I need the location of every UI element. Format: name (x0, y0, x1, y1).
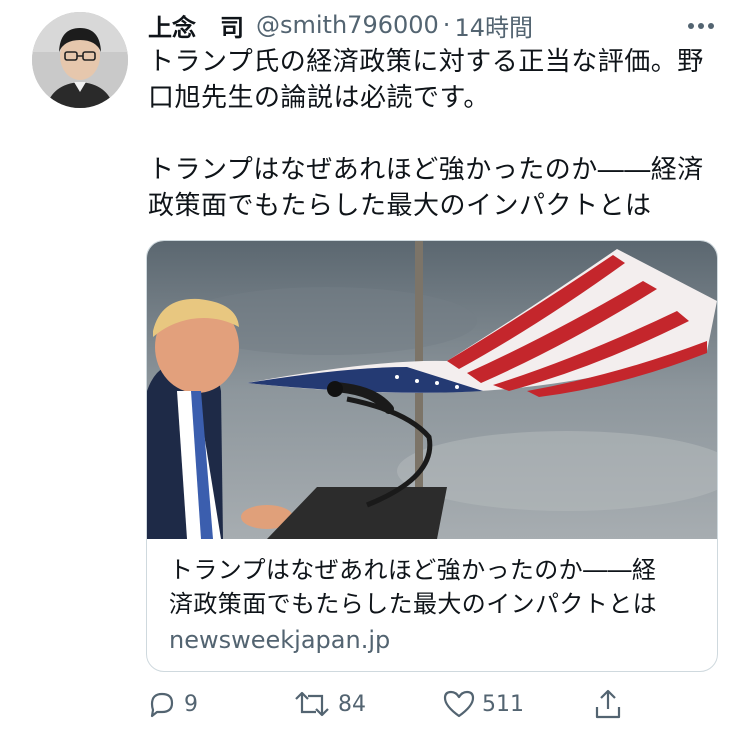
like-count: 511 (482, 691, 524, 717)
separator-dot: · (442, 11, 451, 39)
card-body: トランプはなぜあれほど強かったのか――経 済政策面でもたらした最大のインパクトと… (169, 553, 701, 657)
like-button[interactable]: 511 (442, 686, 524, 722)
retweet-button[interactable]: 84 (292, 686, 366, 722)
timestamp[interactable]: 14時間 (454, 8, 533, 43)
reply-bubble-icon (150, 692, 174, 718)
display-name[interactable]: 上念 司 (148, 8, 244, 43)
tweet[interactable]: 上念 司 @smith796000 · 14時間 トランプ氏の経済政策に対する正… (0, 0, 750, 733)
more-dots-icon[interactable] (686, 14, 716, 38)
retweet-icon (295, 691, 329, 717)
card-title[interactable]: トランプはなぜあれほど強かったのか――経 済政策面でもたらした最大のインパクトと… (169, 553, 701, 621)
tweet-text: トランプ氏の経済政策に対する正当な評価。野 口旭先生の論説は必読です。 トランプ… (148, 44, 720, 224)
card-image[interactable] (147, 241, 717, 539)
tweet-header: 上念 司 @smith796000 · 14時間 (148, 8, 533, 42)
user-handle[interactable]: @smith796000 (256, 11, 439, 39)
card-domain: newsweekjapan.jp (169, 626, 391, 654)
tweet-text-paragraph-2: トランプはなぜあれほど強かったのか――経済 政策面でもたらした最大のインパクトと… (148, 155, 704, 221)
share-button[interactable] (592, 686, 630, 722)
heart-icon (443, 690, 475, 718)
reply-button[interactable]: 9 (146, 686, 198, 722)
avatar[interactable] (32, 12, 128, 108)
link-card[interactable]: トランプはなぜあれほど強かったのか――経 済政策面でもたらした最大のインパクトと… (146, 240, 718, 672)
retweet-count: 84 (338, 691, 366, 717)
reply-count: 9 (184, 691, 198, 717)
action-bar: 9 84 511 (146, 686, 646, 722)
share-icon (595, 689, 621, 719)
tweet-text-paragraph-1: トランプ氏の経済政策に対する正当な評価。野 口旭先生の論説は必読です。 (148, 47, 704, 113)
